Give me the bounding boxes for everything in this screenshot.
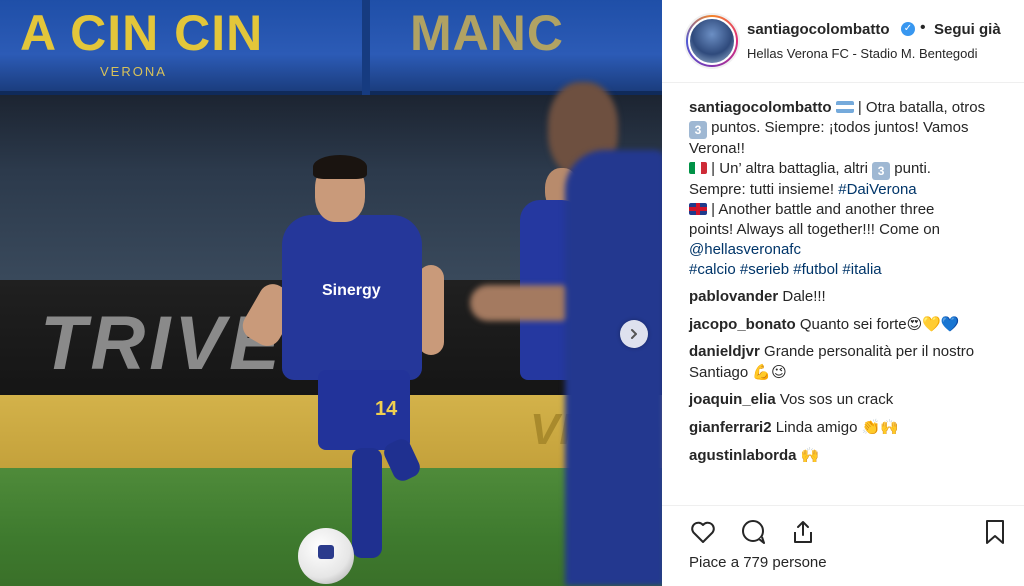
carousel-next-button[interactable] bbox=[620, 320, 648, 348]
keycap-three-icon: 3 bbox=[689, 121, 707, 139]
caption-text: puntos. Siempre: ¡todos juntos! Vamos bbox=[707, 119, 969, 136]
caption-text: punti. bbox=[890, 160, 931, 177]
comment: joaquin_elia Vos sos un crack bbox=[689, 390, 1009, 410]
header-username[interactable]: santiagocolombatto bbox=[747, 21, 890, 38]
shirt-number: 14 bbox=[375, 398, 398, 420]
comment-username[interactable]: danieldjvr bbox=[689, 343, 760, 360]
comment: pablovander Dale!!! bbox=[689, 287, 1009, 307]
keycap-three-icon: 3 bbox=[872, 162, 891, 180]
shirt-sponsor: Sinergy bbox=[322, 282, 381, 299]
comment-icon[interactable] bbox=[739, 518, 767, 546]
uk-flag-icon bbox=[689, 203, 707, 215]
comment-username[interactable]: pablovander bbox=[689, 288, 778, 305]
caption-text: | Un’ altra battaglia, altri bbox=[707, 160, 873, 177]
comment: jacopo_bonato Quanto sei forte😍💛💙 bbox=[689, 314, 1009, 335]
location-link[interactable]: Hellas Verona FC - Stadio M. Bentegodi bbox=[747, 46, 978, 61]
comment-text: Linda amigo bbox=[775, 419, 862, 436]
separator-dot: • bbox=[920, 19, 926, 36]
blurred-player-arm bbox=[470, 285, 580, 321]
caption-username[interactable]: santiagocolombatto bbox=[689, 99, 832, 116]
post-sidebar: santiagocolombatto ✓ • Segui già Hellas … bbox=[662, 0, 1024, 586]
comment-text: Dale!!! bbox=[782, 288, 826, 305]
comment: agustinlaborda 🙌 bbox=[689, 445, 1009, 466]
caption: santiagocolombatto | Otra batalla, otros… bbox=[689, 98, 1009, 280]
banner-text-right: MANC bbox=[410, 5, 564, 61]
comments-section: santiagocolombatto | Otra batalla, otros… bbox=[689, 98, 1009, 466]
follow-button[interactable]: Segui già bbox=[934, 21, 1001, 38]
caption-text: | Otra batalla, otros bbox=[853, 99, 986, 116]
football-patch bbox=[318, 545, 334, 559]
comment-text: Grande personalità per il nostro bbox=[764, 343, 975, 360]
avatar-image bbox=[688, 17, 736, 65]
verified-badge-icon: ✓ bbox=[901, 22, 915, 36]
banner-text-left: A CIN CIN bbox=[20, 5, 264, 61]
comment-username[interactable]: joaquin_elia bbox=[689, 391, 776, 408]
comment-text: Quanto sei forte bbox=[799, 316, 907, 333]
post-photo[interactable]: A CIN CIN MANC VERONA TRIVELL VIAG Siner… bbox=[0, 0, 662, 586]
bookmark-icon[interactable] bbox=[981, 518, 1009, 546]
avatar[interactable] bbox=[684, 13, 740, 69]
comment-emoji: 🙌 bbox=[800, 446, 820, 464]
italy-flag-icon bbox=[689, 162, 707, 174]
post-actions bbox=[662, 505, 1024, 545]
comment-username[interactable]: jacopo_bonato bbox=[689, 316, 796, 333]
mention-link[interactable]: @hellasveronafc bbox=[689, 241, 801, 258]
comment-username[interactable]: gianferrari2 bbox=[689, 419, 772, 436]
share-icon[interactable] bbox=[789, 518, 817, 546]
banner-subtext: VERONA bbox=[100, 64, 167, 79]
blurred-player bbox=[565, 150, 662, 586]
comment-username[interactable]: agustinlaborda bbox=[689, 447, 797, 464]
hashtag-link[interactable]: #DaiVerona bbox=[838, 181, 916, 198]
comment-emoji: 😍💛💙 bbox=[906, 315, 960, 333]
player-hair bbox=[313, 155, 367, 179]
comment-emoji: 👏🙌 bbox=[861, 418, 899, 436]
heart-icon[interactable] bbox=[689, 518, 717, 546]
caption-text: points! Always all together!!! Come on bbox=[689, 221, 940, 238]
caption-text: Verona!! bbox=[689, 140, 745, 157]
chevron-right-icon bbox=[631, 329, 637, 339]
post-header: santiagocolombatto ✓ • Segui già Hellas … bbox=[662, 0, 1024, 83]
likes-count[interactable]: Piace a 779 persone bbox=[689, 554, 827, 571]
caption-text: | Another battle and another three bbox=[707, 201, 935, 218]
comment-text: Vos sos un crack bbox=[779, 391, 894, 408]
hashtags-link[interactable]: #calcio #serieb #futbol #italia bbox=[689, 261, 882, 278]
player-leg bbox=[352, 448, 382, 558]
argentina-flag-icon bbox=[835, 101, 854, 113]
comment-emoji: 💪😉 bbox=[752, 363, 787, 381]
comment-text: Santiago bbox=[689, 364, 753, 381]
banner-divider bbox=[362, 0, 370, 95]
caption-text: Sempre: tutti insieme! bbox=[689, 181, 839, 198]
comment: danieldjvr Grande personalità per il nos… bbox=[689, 342, 1009, 383]
comment: gianferrari2 Linda amigo 👏🙌 bbox=[689, 417, 1009, 438]
